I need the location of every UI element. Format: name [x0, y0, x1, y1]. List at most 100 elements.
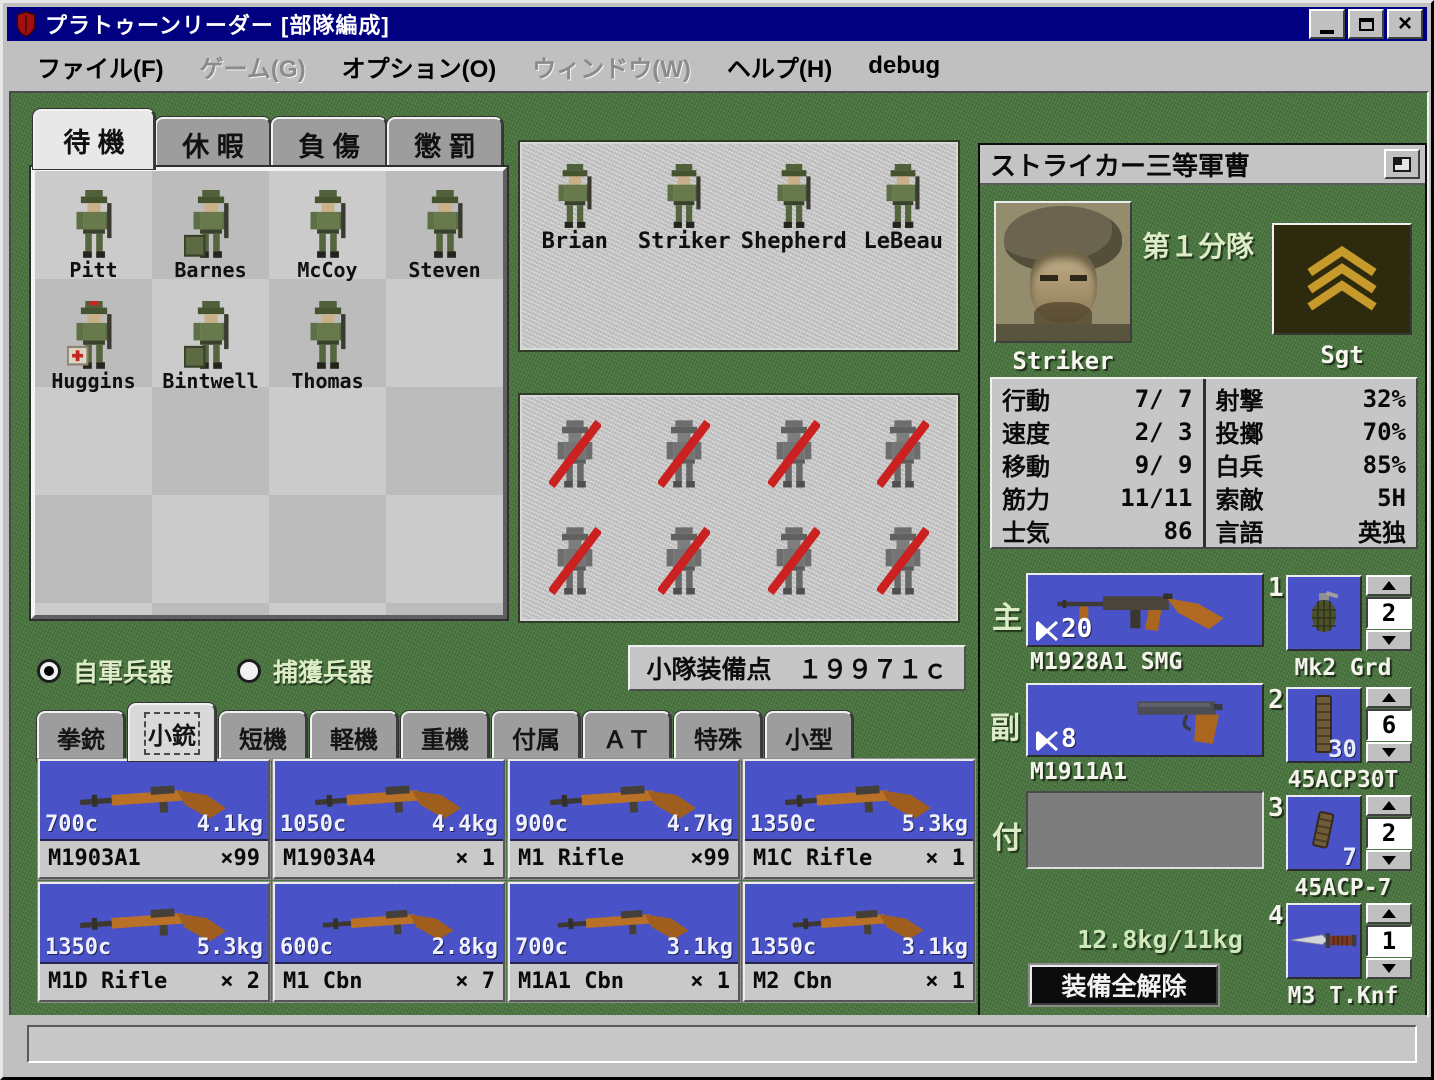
- item-mag7[interactable]: 7: [1286, 795, 1362, 871]
- weapon-card-m1cbn[interactable]: 600c 2.8kg M1 Cbn × 7: [273, 882, 505, 1002]
- squad-member-brian[interactable]: Brian: [520, 150, 630, 254]
- no-soldier-icon[interactable]: [768, 415, 820, 495]
- menu-debug[interactable]: debug: [850, 48, 958, 84]
- soldier-icon: [183, 190, 228, 258]
- status-bar: [7, 1015, 1427, 1073]
- item-qty[interactable]: 6: [1366, 709, 1412, 741]
- roster-tabs: 待 機 休 暇 負 傷 懲 罰: [33, 109, 503, 169]
- soldier-icon: [183, 301, 228, 369]
- weapon-card-m1drifle[interactable]: 1350c 5.3kg M1D Rifle × 2: [38, 882, 270, 1002]
- no-soldier-icon[interactable]: [549, 522, 601, 602]
- slot-main-weapon[interactable]: 20: [1026, 573, 1264, 647]
- roster-empty-cell[interactable]: [386, 504, 503, 615]
- spinner-down-button[interactable]: [1366, 958, 1412, 979]
- roster-soldier-thomas[interactable]: Thomas: [269, 282, 386, 393]
- wtab-smg[interactable]: 短機: [219, 711, 307, 761]
- weapon-card-m1a1cbn[interactable]: 700c 3.1kg M1A1 Cbn × 1: [508, 882, 740, 1002]
- wtab-hmg[interactable]: 重機: [401, 711, 489, 761]
- squad-member-striker[interactable]: Striker: [630, 150, 740, 254]
- no-soldier-icon[interactable]: [658, 415, 710, 495]
- radio-own-weapons[interactable]: 自軍兵器: [37, 653, 173, 689]
- weapon-card-m1crifle[interactable]: 1350c 5.3kg M1C Rifle × 1: [743, 759, 975, 879]
- restore-icon: [1393, 156, 1411, 172]
- weapon-weight: 5.3kg: [901, 812, 968, 837]
- item-qty[interactable]: 2: [1366, 597, 1412, 629]
- no-soldier-icon[interactable]: [658, 522, 710, 602]
- unequip-all-button[interactable]: 装備全解除: [1030, 965, 1218, 1005]
- wtab-label: 拳銃: [57, 726, 105, 754]
- wtab-rifle[interactable]: 小銃: [128, 703, 216, 761]
- roster-soldier-mccoy[interactable]: McCoy: [269, 171, 386, 282]
- weapon-card-m2cbn[interactable]: 1350c 3.1kg M2 Cbn × 1: [743, 882, 975, 1002]
- spinner-down-button[interactable]: [1366, 630, 1412, 651]
- item-knife[interactable]: [1286, 903, 1362, 979]
- roster-empty-cell[interactable]: [35, 504, 152, 615]
- maximize-button[interactable]: [1348, 9, 1384, 39]
- tab-standby[interactable]: 待 機: [33, 109, 155, 169]
- title-bar[interactable]: プラトゥーンリーダー [部隊編成] ×: [7, 7, 1427, 41]
- wtab-attachment[interactable]: 付属: [492, 711, 580, 761]
- tab-punished[interactable]: 懲 罰: [387, 117, 503, 169]
- slot-secondary-weapon[interactable]: 8: [1026, 683, 1264, 757]
- roster-empty-cell[interactable]: [386, 393, 503, 504]
- slot-attachment-empty[interactable]: [1026, 791, 1264, 869]
- wtab-small[interactable]: 小型: [765, 711, 853, 761]
- no-soldier-icon[interactable]: [877, 522, 929, 602]
- no-soldier-icon[interactable]: [768, 522, 820, 602]
- no-soldier-icon[interactable]: [877, 415, 929, 495]
- magazine-capacity: 7: [1342, 843, 1357, 871]
- panel-restore-button[interactable]: [1384, 149, 1420, 179]
- item-qty[interactable]: 2: [1366, 817, 1412, 849]
- roster-soldier-steven[interactable]: Steven: [386, 171, 503, 282]
- wtab-label: 小銃: [144, 711, 200, 755]
- spinner-up-button[interactable]: [1366, 795, 1412, 816]
- item-qty[interactable]: 1: [1366, 925, 1412, 957]
- weapon-count: ×99: [690, 845, 730, 871]
- weapon-card-m1903a4[interactable]: 1050c 4.4kg M1903A4 × 1: [273, 759, 505, 879]
- close-button[interactable]: ×: [1387, 9, 1423, 39]
- menu-file[interactable]: ファイル(F): [19, 45, 182, 88]
- squad-member-shepherd[interactable]: Shepherd: [739, 150, 849, 254]
- wtab-lmg[interactable]: 軽機: [310, 711, 398, 761]
- roster-empty-cell[interactable]: [269, 393, 386, 504]
- roster-empty-cell[interactable]: [152, 504, 269, 615]
- roster-soldier-pitt[interactable]: Pitt: [35, 171, 152, 282]
- soldier-icon: [558, 163, 592, 228]
- spinner-up-button[interactable]: [1366, 903, 1412, 924]
- status-field: [27, 1025, 1417, 1063]
- roster-empty-cell[interactable]: [386, 282, 503, 393]
- no-soldier-icon[interactable]: [549, 415, 601, 495]
- roster-empty-cell[interactable]: [269, 504, 386, 615]
- menu-options[interactable]: オプション(O): [324, 45, 515, 88]
- tab-leave[interactable]: 休 暇: [155, 117, 271, 169]
- squad-member-lebeau[interactable]: LeBeau: [849, 150, 959, 254]
- spinner-down-button[interactable]: [1366, 742, 1412, 763]
- squad-member-name: Striker: [637, 228, 731, 254]
- minimize-button[interactable]: [1309, 9, 1345, 39]
- pistol-icon: [1135, 699, 1225, 746]
- wtab-pistol[interactable]: 拳銃: [37, 711, 125, 761]
- menu-help[interactable]: ヘルプ(H): [709, 45, 850, 88]
- radio-captured-weapons[interactable]: 捕獲兵器: [237, 653, 373, 689]
- spinner-down-button[interactable]: [1366, 850, 1412, 871]
- roster-empty-cell[interactable]: [35, 393, 152, 504]
- weapon-cost: 700c: [515, 935, 568, 960]
- spinner-up-button[interactable]: [1366, 575, 1412, 596]
- wtab-special[interactable]: 特殊: [674, 711, 762, 761]
- arrow-up-icon: [1382, 801, 1396, 810]
- soldier-name: Barnes: [174, 258, 247, 282]
- roster-empty-cell[interactable]: [152, 393, 269, 504]
- tab-wounded[interactable]: 負 傷: [271, 117, 387, 169]
- roster-soldier-huggins[interactable]: Huggins: [35, 282, 152, 393]
- weapon-count: × 1: [690, 968, 730, 994]
- roster-soldier-bintwell[interactable]: Bintwell: [152, 282, 269, 393]
- sergeant-chevrons-icon: [1299, 242, 1385, 316]
- weapon-card-m1903a1[interactable]: 700c 4.1kg M1903A1 ×99: [38, 759, 270, 879]
- tab-wounded-label: 負 傷: [298, 131, 360, 162]
- item-grenade[interactable]: [1286, 575, 1362, 651]
- roster-soldier-barnes[interactable]: Barnes: [152, 171, 269, 282]
- spinner-up-button[interactable]: [1366, 687, 1412, 708]
- wtab-at[interactable]: ＡＴ: [583, 711, 671, 761]
- weapon-card-m1rifle[interactable]: 900c 4.7kg M1 Rifle ×99: [508, 759, 740, 879]
- item-mag30[interactable]: 30: [1286, 687, 1362, 763]
